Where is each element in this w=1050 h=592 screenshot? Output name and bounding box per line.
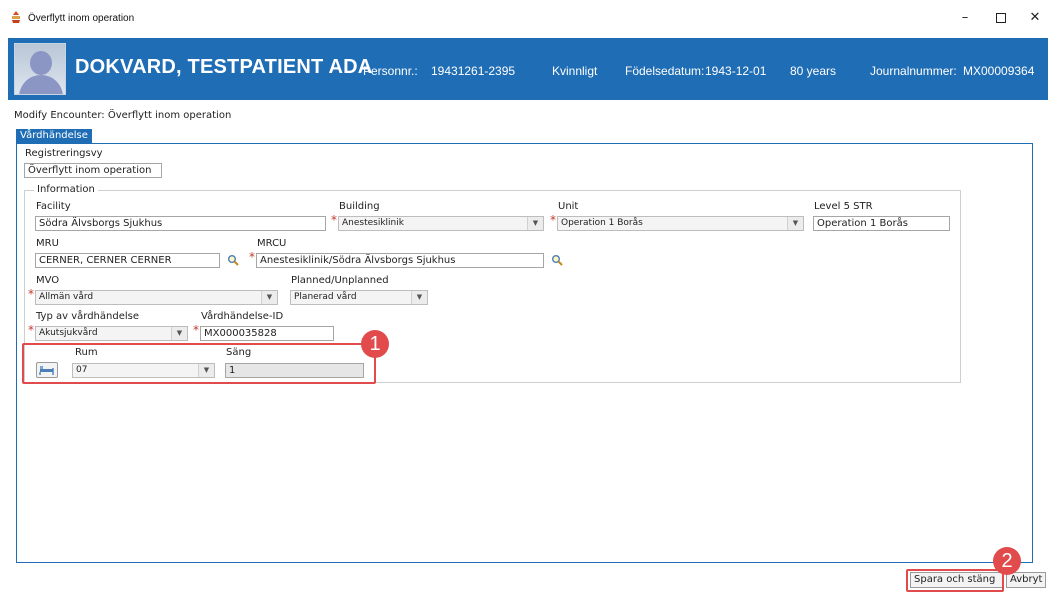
dropdown-arrow[interactable]: ▼	[171, 327, 187, 340]
search-icon[interactable]	[227, 254, 239, 266]
close-button[interactable]: ✕	[1020, 4, 1050, 32]
typ-label: Typ av vårdhändelse	[36, 311, 139, 322]
journal-value: MX00009364	[963, 64, 1035, 78]
annotation-badge-2: 2	[993, 547, 1021, 575]
registreringsvy-field[interactable]: Överflytt inom operation	[24, 163, 162, 178]
unit-select[interactable]: Operation 1 Borås ▼	[557, 216, 804, 231]
planned-select[interactable]: Planerad vård ▼	[290, 290, 428, 305]
required-marker: *	[28, 323, 34, 337]
window-title: Överflytt inom operation	[28, 13, 135, 24]
mrcu-field[interactable]: Anestesiklinik/Södra Älvsborgs Sjukhus	[256, 253, 544, 268]
minimize-button[interactable]: –	[950, 4, 980, 32]
facility-field[interactable]: Södra Älvsborgs Sjukhus	[35, 216, 326, 231]
highlight-rum-sang	[22, 343, 376, 384]
dropdown-arrow[interactable]: ▼	[787, 217, 803, 230]
age-value: 80 years	[790, 64, 837, 78]
unit-label: Unit	[558, 201, 579, 212]
tab-vardhandelse[interactable]: Vårdhändelse	[16, 129, 92, 143]
page-subtitle: Modify Encounter: Överflytt inom operati…	[14, 110, 232, 121]
building-select[interactable]: Anestesiklinik ▼	[338, 216, 544, 231]
cancel-button[interactable]: Avbryt	[1006, 572, 1046, 588]
required-marker: *	[28, 287, 34, 301]
unit-select-value: Operation 1 Borås	[561, 218, 643, 228]
information-legend: Information	[34, 184, 98, 195]
required-marker: *	[550, 213, 556, 227]
planned-select-value: Planerad vård	[294, 292, 357, 302]
user-avatar	[14, 43, 66, 95]
maximize-icon	[996, 13, 1006, 23]
personnr-label: Personnr.:	[363, 64, 418, 78]
required-marker: *	[193, 323, 199, 337]
mru-field[interactable]: CERNER, CERNER CERNER	[35, 253, 220, 268]
search-icon[interactable]	[551, 254, 563, 266]
mvo-select[interactable]: Allmän vård ▼	[35, 290, 278, 305]
vardhandelse-id-label: Vårdhändelse-ID	[201, 311, 284, 322]
window-titlebar: Överflytt inom operation – ✕	[0, 0, 1050, 36]
mvo-select-value: Allmän vård	[39, 292, 94, 302]
annotation-badge-1: 1	[361, 330, 389, 358]
dropdown-arrow[interactable]: ▼	[411, 291, 427, 304]
gender-value: Kvinnligt	[552, 64, 598, 78]
typ-select[interactable]: Akutsjukvård ▼	[35, 326, 188, 341]
mru-label: MRU	[36, 238, 59, 249]
facility-label: Facility	[36, 201, 71, 212]
app-icon	[12, 11, 20, 23]
highlight-save-close	[906, 569, 1004, 592]
registreringsvy-label: Registreringsvy	[25, 148, 103, 159]
journal-label: Journalnummer:	[870, 64, 957, 78]
building-select-value: Anestesiklinik	[342, 218, 404, 228]
patient-name: DOKVARD, TESTPATIENT ADA	[75, 56, 373, 78]
patient-banner: DOKVARD, TESTPATIENT ADA Personnr.: 1943…	[8, 38, 1048, 100]
level5-label: Level 5 STR	[814, 201, 873, 212]
dob-value: 1943-12-01	[705, 64, 767, 78]
personnr-value: 19431261-2395	[431, 64, 516, 78]
typ-select-value: Akutsjukvård	[39, 328, 98, 338]
dob-label: Födelsedatum:	[625, 64, 705, 78]
mrcu-label: MRCU	[257, 238, 287, 249]
dropdown-arrow[interactable]: ▼	[261, 291, 277, 304]
dropdown-arrow[interactable]: ▼	[527, 217, 543, 230]
building-label: Building	[339, 201, 380, 212]
maximize-button[interactable]	[986, 4, 1016, 32]
level5-field[interactable]: Operation 1 Borås	[813, 216, 950, 231]
vardhandelse-id-field[interactable]: MX000035828	[200, 326, 334, 341]
required-marker: *	[331, 213, 337, 227]
mvo-label: MVO	[36, 275, 60, 286]
planned-label: Planned/Unplanned	[291, 275, 389, 286]
required-marker: *	[249, 250, 255, 264]
